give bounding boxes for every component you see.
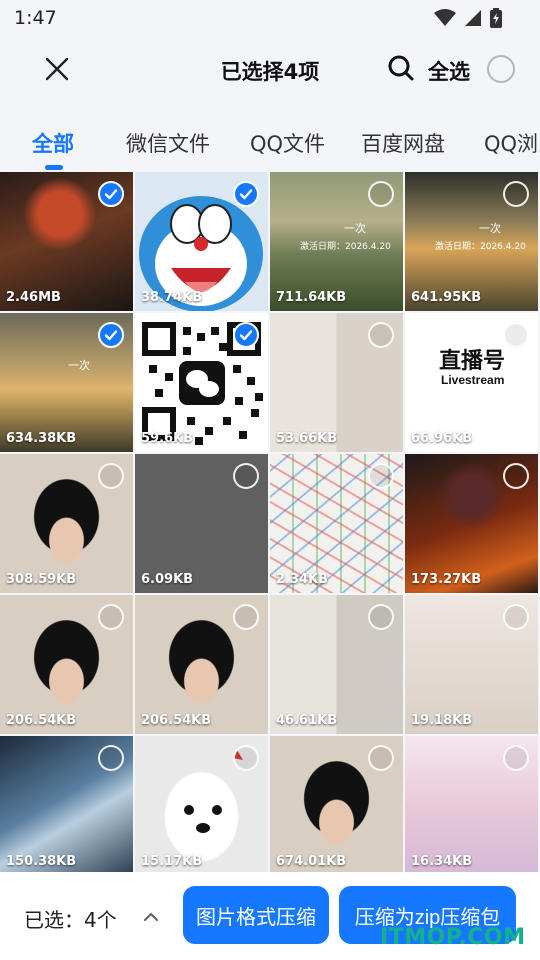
tab-qq-files[interactable]: QQ文件 bbox=[250, 128, 325, 158]
select-checkbox[interactable] bbox=[503, 604, 529, 630]
tab-wechat-files[interactable]: 微信文件 bbox=[126, 128, 210, 158]
file-size: 711.64KB bbox=[276, 290, 347, 305]
file-size: 206.54KB bbox=[141, 713, 212, 728]
checkmark-icon bbox=[104, 330, 118, 341]
file-size: 53.66KB bbox=[276, 431, 338, 446]
tab-qq-browser[interactable]: QQ浏览器 bbox=[484, 128, 540, 158]
image-tile[interactable]: 直播号 Livestream 66.96KB bbox=[405, 313, 538, 452]
image-tile[interactable]: 一次 激活日期：2026.4.20 711.64KB bbox=[270, 172, 403, 311]
file-size: 641.95KB bbox=[411, 290, 482, 305]
image-tile[interactable]: 206.54KB bbox=[135, 595, 268, 734]
select-checkbox[interactable] bbox=[368, 745, 394, 771]
image-tile[interactable]: 59.6KB bbox=[135, 313, 268, 452]
active-tab-indicator bbox=[45, 165, 63, 170]
close-button[interactable] bbox=[38, 52, 76, 90]
checkmark-icon bbox=[104, 189, 118, 200]
category-tabs: 全部 微信文件 QQ文件 百度网盘 QQ浏览器 bbox=[0, 112, 540, 170]
select-checkbox[interactable] bbox=[503, 463, 529, 489]
image-caption-text: 一次 bbox=[479, 222, 501, 235]
image-tile[interactable]: 38.74KB bbox=[135, 172, 268, 311]
image-format-compress-button[interactable]: 图片格式压缩 bbox=[183, 886, 329, 944]
image-tile[interactable]: 2.46MB bbox=[0, 172, 133, 311]
image-tile[interactable]: 308.59KB bbox=[0, 454, 133, 593]
file-size: 16.34KB bbox=[411, 854, 473, 869]
select-checkbox[interactable] bbox=[368, 604, 394, 630]
select-checkbox[interactable] bbox=[98, 181, 124, 207]
wifi-icon bbox=[434, 9, 456, 31]
file-size: 308.59KB bbox=[6, 572, 77, 587]
selected-count: 已选：4个 bbox=[24, 908, 117, 932]
battery-icon bbox=[490, 8, 502, 32]
image-caption-text: 一次 bbox=[344, 222, 366, 235]
checkmark-icon bbox=[239, 330, 253, 341]
image-tile[interactable]: 16.34KB bbox=[405, 736, 538, 872]
tab-all[interactable]: 全部 bbox=[32, 128, 74, 158]
select-checkbox[interactable] bbox=[98, 745, 124, 771]
image-tile[interactable]: 150.38KB bbox=[0, 736, 133, 872]
file-size: 19.18KB bbox=[411, 713, 473, 728]
image-tile[interactable]: 2.34KB bbox=[270, 454, 403, 593]
file-size: 15.17KB bbox=[141, 854, 203, 869]
file-size: 674.01KB bbox=[276, 854, 347, 869]
image-tile[interactable]: 206.54KB bbox=[0, 595, 133, 734]
select-checkbox[interactable] bbox=[368, 181, 394, 207]
select-checkbox[interactable] bbox=[368, 322, 394, 348]
select-checkbox[interactable] bbox=[98, 604, 124, 630]
image-tile[interactable]: 674.01KB bbox=[270, 736, 403, 872]
select-checkbox[interactable] bbox=[233, 463, 259, 489]
file-size: 206.54KB bbox=[6, 713, 77, 728]
image-tile[interactable]: 一次 激活日期：2026.4.20 641.95KB bbox=[405, 172, 538, 311]
chevron-up-icon bbox=[143, 907, 159, 926]
select-checkbox[interactable] bbox=[233, 604, 259, 630]
livestream-sub-text: Livestream bbox=[441, 373, 505, 387]
file-size: 150.38KB bbox=[6, 854, 77, 869]
select-checkbox[interactable] bbox=[98, 322, 124, 348]
signal-icon bbox=[464, 9, 482, 31]
select-checkbox[interactable] bbox=[503, 745, 529, 771]
select-checkbox[interactable] bbox=[233, 745, 259, 771]
status-icons bbox=[434, 8, 502, 32]
select-checkbox[interactable] bbox=[98, 463, 124, 489]
select-all-label[interactable]: 全选 bbox=[428, 56, 470, 86]
select-checkbox[interactable] bbox=[233, 181, 259, 207]
top-bar: 已选择4项 全选 bbox=[0, 38, 540, 102]
image-grid: 2.46MB 38.74KB 一次 激活日期：2026.4.20 711.64K… bbox=[0, 172, 540, 872]
file-size: 634.38KB bbox=[6, 431, 77, 446]
image-tile[interactable]: 一次 634.38KB bbox=[0, 313, 133, 452]
file-size: 38.74KB bbox=[141, 290, 203, 305]
file-size: 66.96KB bbox=[411, 431, 473, 446]
image-tile[interactable]: 53.66KB bbox=[270, 313, 403, 452]
image-tile[interactable]: 173.27KB bbox=[405, 454, 538, 593]
image-tile[interactable]: 46.61KB bbox=[270, 595, 403, 734]
select-checkbox[interactable] bbox=[233, 322, 259, 348]
search-button[interactable] bbox=[383, 52, 419, 88]
select-all-radio[interactable] bbox=[487, 55, 515, 83]
livestream-brand-text: 直播号 bbox=[439, 349, 506, 374]
close-icon bbox=[45, 57, 69, 85]
expand-selection-button[interactable] bbox=[141, 906, 161, 926]
file-size: 2.34KB bbox=[276, 572, 329, 587]
image-tile[interactable]: 15.17KB bbox=[135, 736, 268, 872]
select-checkbox[interactable] bbox=[368, 463, 394, 489]
file-size: 6.09KB bbox=[141, 572, 194, 587]
checkmark-icon bbox=[239, 189, 253, 200]
select-checkbox[interactable] bbox=[503, 181, 529, 207]
site-watermark: ITMOP.COM bbox=[380, 925, 526, 950]
file-size: 46.61KB bbox=[276, 713, 338, 728]
image-tile[interactable]: 6.09KB bbox=[135, 454, 268, 593]
search-icon bbox=[387, 54, 415, 86]
status-time: 1:47 bbox=[14, 7, 57, 29]
image-caption-text: 激活日期：2026.4.20 bbox=[435, 242, 526, 252]
file-size: 2.46MB bbox=[6, 290, 61, 305]
image-caption-text: 激活日期：2026.4.20 bbox=[300, 242, 391, 252]
select-checkbox[interactable] bbox=[503, 322, 529, 348]
image-caption-text: 一次 bbox=[68, 359, 90, 372]
tab-baidu-netdisk[interactable]: 百度网盘 bbox=[361, 128, 445, 158]
image-tile[interactable]: 19.18KB bbox=[405, 595, 538, 734]
file-size: 173.27KB bbox=[411, 572, 482, 587]
file-size: 59.6KB bbox=[141, 431, 194, 446]
status-bar: 1:47 bbox=[0, 0, 540, 38]
